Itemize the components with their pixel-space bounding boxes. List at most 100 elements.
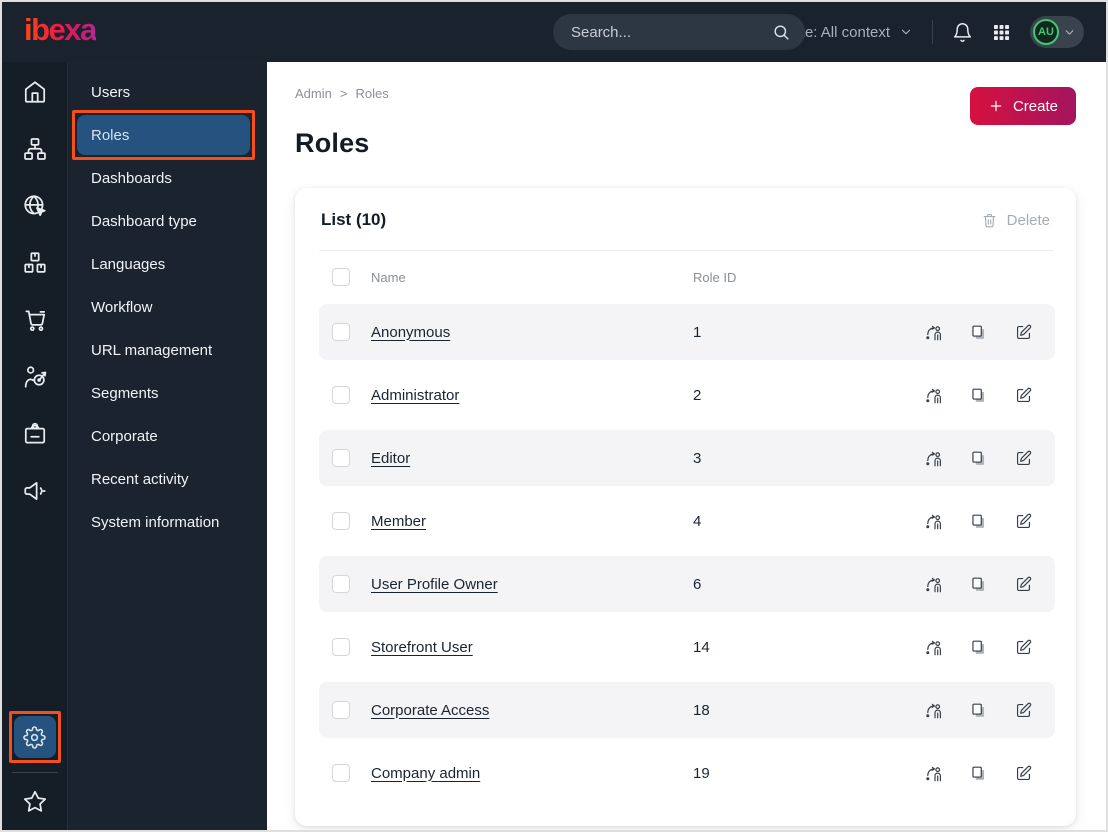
roles-list-card: List (10) Delete Name Role ID Anonymous … [295, 188, 1076, 826]
table-row: Administrator 2 [319, 367, 1055, 423]
role-name-link[interactable]: Company admin [371, 765, 480, 782]
copy-icon[interactable] [969, 512, 988, 531]
assign-user-icon[interactable] [924, 701, 943, 720]
create-button[interactable]: Create [969, 87, 1076, 125]
corporate-badge-icon[interactable] [15, 414, 55, 454]
chevron-down-icon [899, 25, 913, 39]
assign-user-icon[interactable] [924, 323, 943, 342]
role-name-link[interactable]: Member [371, 513, 426, 530]
row-checkbox[interactable] [332, 323, 350, 341]
table-row: Corporate Access 18 [319, 682, 1055, 738]
role-id: 18 [693, 701, 710, 719]
assign-user-icon[interactable] [924, 449, 943, 468]
personalization-target-icon[interactable] [15, 357, 55, 397]
select-all-checkbox[interactable] [332, 268, 350, 286]
roles-table: Name Role ID Anonymous 1 Administrator 2… [295, 251, 1076, 810]
edit-icon[interactable] [1014, 701, 1033, 720]
user-menu[interactable]: AU [1030, 16, 1084, 48]
assign-user-icon[interactable] [924, 638, 943, 657]
products-boxes-icon[interactable] [15, 243, 55, 283]
sidebar-item-dashboard-type[interactable]: Dashboard type [77, 201, 250, 241]
role-name-link[interactable]: Anonymous [371, 324, 450, 341]
sidebar-item-system-information[interactable]: System information [77, 502, 250, 542]
commerce-cart-icon[interactable] [15, 300, 55, 340]
edit-icon[interactable] [1014, 512, 1033, 531]
marketing-megaphone-icon[interactable] [15, 471, 55, 511]
row-checkbox[interactable] [332, 512, 350, 530]
favorites-star-icon[interactable] [15, 782, 55, 822]
copy-icon[interactable] [969, 386, 988, 405]
assign-user-icon[interactable] [924, 512, 943, 531]
role-id: 3 [693, 449, 702, 467]
edit-icon[interactable] [1014, 449, 1033, 468]
breadcrumb-admin[interactable]: Admin [295, 86, 332, 101]
global-search[interactable] [553, 14, 805, 50]
content-tree-icon[interactable] [15, 129, 55, 169]
row-checkbox[interactable] [332, 575, 350, 593]
row-checkbox[interactable] [332, 638, 350, 656]
copy-icon[interactable] [969, 575, 988, 594]
delete-button[interactable]: Delete [981, 212, 1050, 229]
role-id: 4 [693, 512, 702, 530]
table-header-row: Name Role ID [319, 251, 1055, 303]
notifications-bell-icon[interactable] [952, 22, 973, 43]
edit-icon[interactable] [1014, 638, 1033, 657]
breadcrumb: Admin > Roles [295, 86, 1076, 101]
sidebar-item-segments[interactable]: Segments [77, 373, 250, 413]
role-name-link[interactable]: User Profile Owner [371, 576, 498, 593]
copy-icon[interactable] [969, 449, 988, 468]
role-id: 6 [693, 575, 702, 593]
sidebar-item-workflow[interactable]: Workflow [77, 287, 250, 327]
role-id: 1 [693, 323, 702, 341]
role-name-link[interactable]: Administrator [371, 387, 459, 404]
role-name-link[interactable]: Storefront User [371, 639, 473, 656]
assign-user-icon[interactable] [924, 386, 943, 405]
top-bar: ibexa Site: All context [2, 2, 1106, 62]
assign-user-icon[interactable] [924, 575, 943, 594]
sidebar-item-roles[interactable]: Roles [72, 110, 255, 160]
sidebar-item-dashboards[interactable]: Dashboards [77, 158, 250, 198]
copy-icon[interactable] [969, 638, 988, 657]
assign-user-icon[interactable] [924, 764, 943, 783]
edit-icon[interactable] [1014, 323, 1033, 342]
copy-icon[interactable] [969, 701, 988, 720]
role-id: 19 [693, 764, 710, 782]
column-header-role-id: Role ID [693, 269, 737, 285]
sidebar-item-recent-activity[interactable]: Recent activity [77, 459, 250, 499]
home-icon[interactable] [15, 72, 55, 112]
row-checkbox[interactable] [332, 386, 350, 404]
row-checkbox[interactable] [332, 764, 350, 782]
edit-icon[interactable] [1014, 386, 1033, 405]
list-title: List (10) [321, 210, 387, 229]
ibexa-logo[interactable]: ibexa [24, 14, 97, 51]
sidebar-item-corporate[interactable]: Corporate [77, 416, 250, 456]
sidebar-item-languages[interactable]: Languages [77, 244, 250, 284]
copy-icon[interactable] [969, 764, 988, 783]
breadcrumb-separator: > [339, 86, 348, 101]
table-row: Editor 3 [319, 430, 1055, 486]
settings-gear-icon[interactable] [8, 711, 61, 763]
topbar-divider [932, 20, 933, 44]
table-row: Company admin 19 [319, 745, 1055, 801]
copy-icon[interactable] [969, 323, 988, 342]
sidebar-item-users[interactable]: Users [77, 72, 250, 112]
trash-icon [981, 212, 998, 229]
role-name-link[interactable]: Corporate Access [371, 702, 489, 719]
rail-divider [11, 772, 58, 773]
role-name-link[interactable]: Editor [371, 450, 410, 467]
search-input[interactable] [571, 23, 772, 41]
edit-icon[interactable] [1014, 575, 1033, 594]
edit-icon[interactable] [1014, 764, 1033, 783]
search-icon[interactable] [772, 23, 791, 42]
create-button-label: Create [1012, 97, 1058, 115]
sidebar-item-url-management[interactable]: URL management [77, 330, 250, 370]
table-row: User Profile Owner 6 [319, 556, 1055, 612]
column-header-name: Name [371, 269, 406, 285]
row-checkbox[interactable] [332, 449, 350, 467]
row-checkbox[interactable] [332, 701, 350, 719]
page-title: Roles [295, 128, 370, 158]
app-grid-icon[interactable] [992, 23, 1011, 42]
site-globe-icon[interactable] [15, 186, 55, 226]
icon-rail [2, 62, 68, 830]
breadcrumb-roles[interactable]: Roles [355, 86, 388, 101]
